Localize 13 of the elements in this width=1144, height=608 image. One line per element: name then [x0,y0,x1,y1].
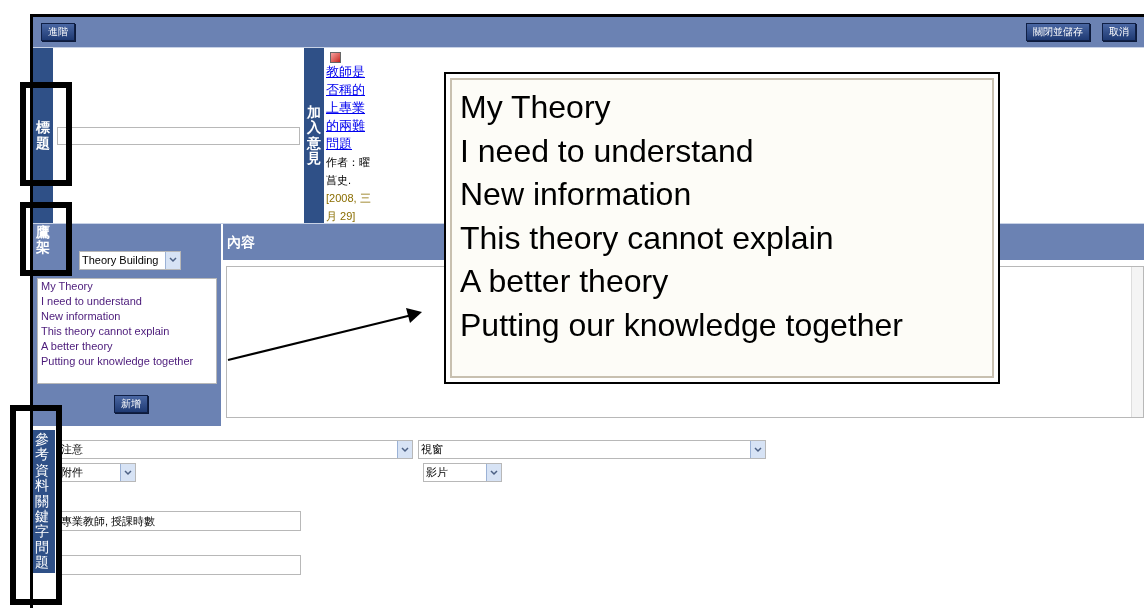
callout-item: This theory cannot explain [460,218,835,258]
scaffold-label: 鷹架 [36,225,50,256]
callout-item: My Theory [460,88,612,127]
content-label: 內容 [227,232,255,252]
author-text: 作者：曜菖史. [326,156,370,186]
callout-item: I need to understand [460,131,755,171]
comment-label: 加入意見 [307,104,321,167]
callout-item: A better theory [460,262,670,301]
title-label: 標題 [36,120,50,151]
callout-item: Putting our knowledge together [460,305,904,345]
references-label: 參考資料關鍵字問題 [35,432,49,571]
date-text: [2008, 三月 29] [326,192,371,222]
callout-item: New information [460,175,693,214]
